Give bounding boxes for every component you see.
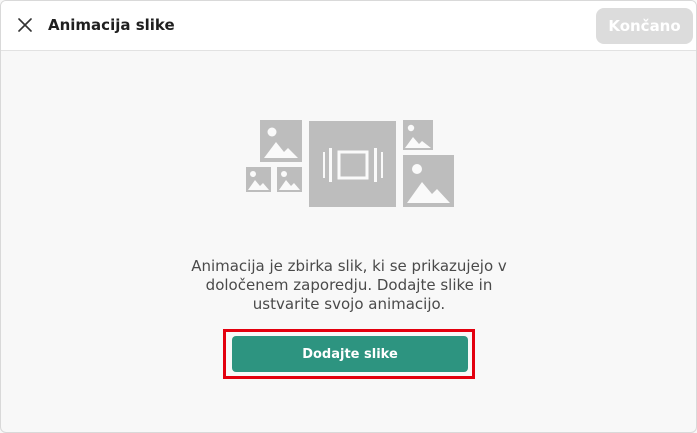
image-gallery-illustration-icon: [246, 120, 454, 207]
done-button[interactable]: Končano: [596, 8, 693, 44]
add-images-button[interactable]: Dodajte slike: [232, 336, 468, 372]
image-tile-bottom-left-2: [277, 167, 302, 192]
image-tile-center: [309, 121, 396, 207]
image-tile-top-right: [403, 120, 433, 150]
dialog-title: Animacija slike: [48, 16, 175, 34]
animation-dialog: Animacija slike Končano Animacija je zbi…: [0, 0, 697, 433]
image-tile-bottom-left-1: [246, 167, 271, 192]
dialog-header: Animacija slike Končano: [1, 1, 696, 51]
image-tile-top-left: [260, 120, 302, 162]
description-text: Animacija je zbirka slik, ki se prikazuj…: [191, 257, 507, 313]
close-icon: [18, 18, 32, 32]
close-button[interactable]: [13, 13, 37, 37]
image-tile-bottom-right: [403, 155, 454, 207]
